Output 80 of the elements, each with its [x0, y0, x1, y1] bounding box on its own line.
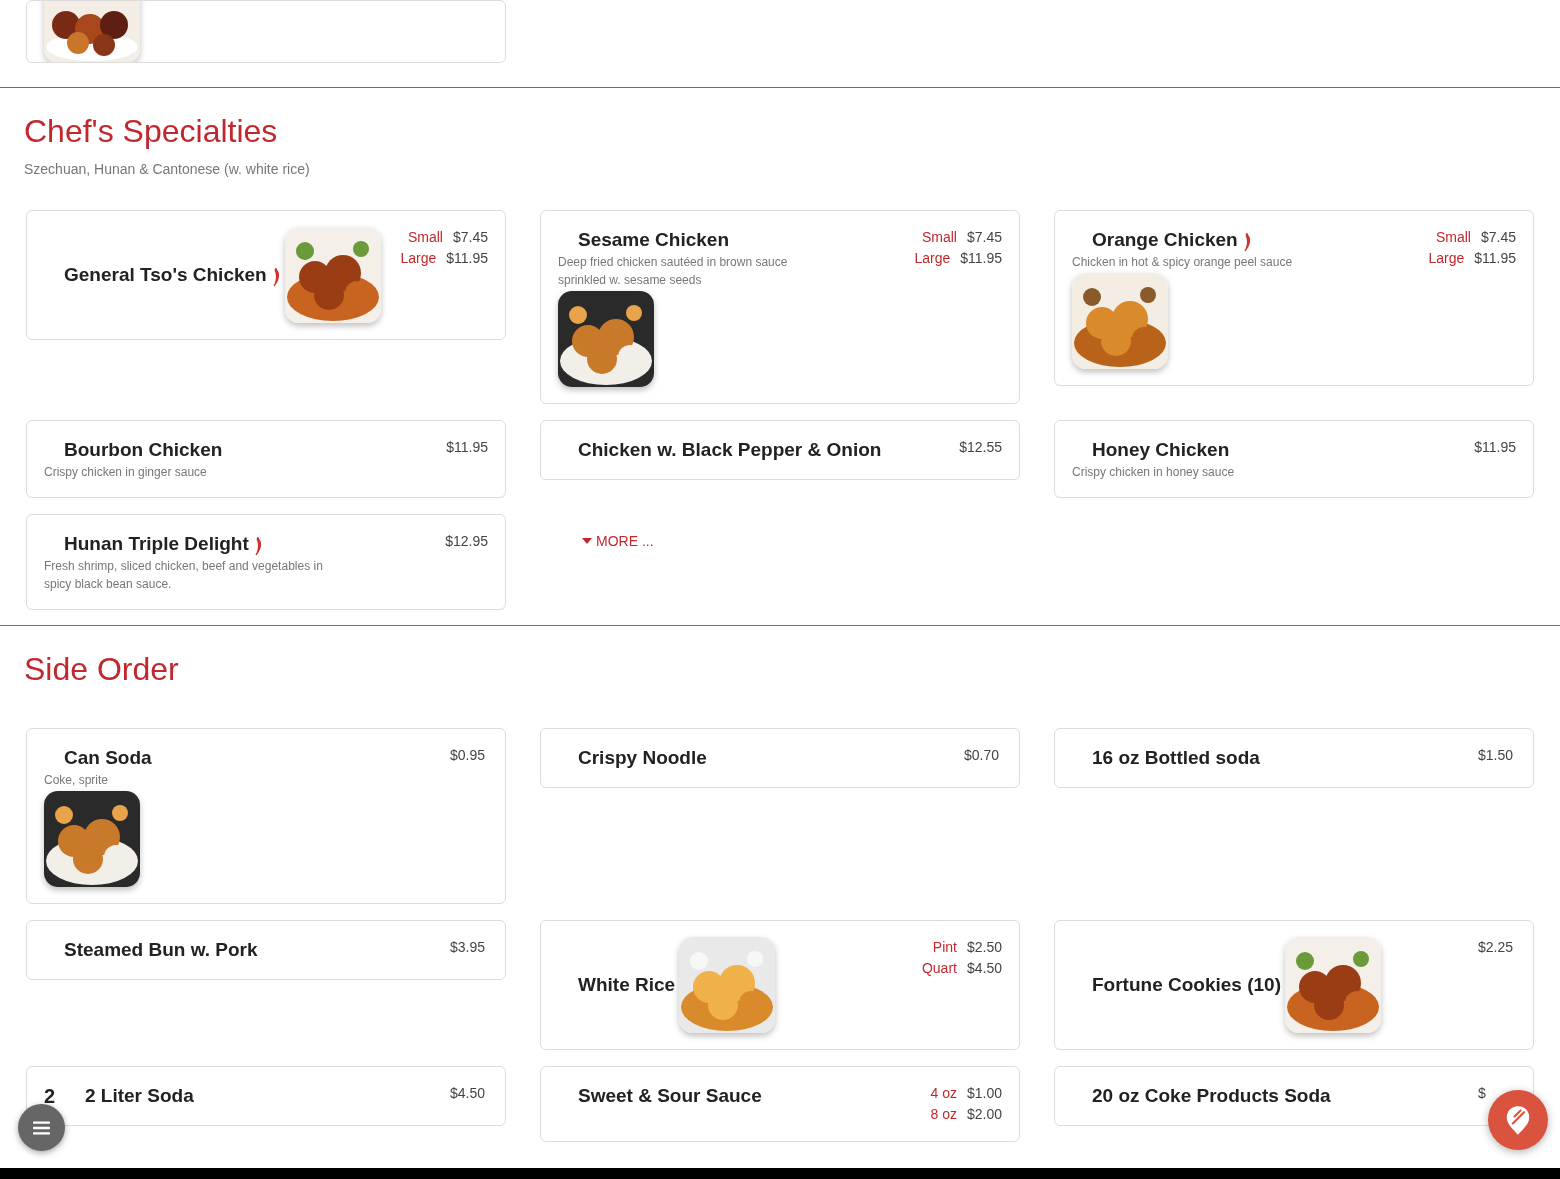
item-description: Crispy chicken in ginger sauce — [44, 464, 207, 481]
item-name: Bourbon Chicken — [64, 438, 223, 462]
size-label: Small — [921, 228, 957, 247]
menu-item-card[interactable]: Chicken w. Black Pepper & Onion $12.55 — [540, 420, 1020, 480]
item-price: $0.70 — [964, 746, 1000, 765]
item-name: 20 oz Coke Products Soda — [1092, 1084, 1331, 1108]
menu-button[interactable] — [18, 1104, 65, 1151]
floating-action-button[interactable] — [1488, 1090, 1548, 1150]
item-description: Fresh shrimp, sliced chicken, beef and vegetables in spicy black bean sauce. — [44, 558, 324, 593]
section-title: Chef's Specialties — [24, 112, 279, 151]
item-name: Sesame Chicken — [578, 228, 730, 252]
item-price: $7.45 — [452, 228, 488, 247]
item-name: General Tso's Chicken — [64, 263, 267, 287]
menu-item-card[interactable]: Can Soda Coke, sprite $0.95 — [26, 728, 506, 904]
menu-item-card[interactable]: Fortune Cookies (10) $2.25 — [1054, 920, 1534, 1050]
item-name: 16 oz Bottled soda — [1092, 746, 1260, 770]
menu-item-card[interactable] — [26, 0, 506, 63]
item-name: Crispy Noodle — [578, 746, 707, 770]
size-label: Quart — [921, 959, 957, 978]
item-price: $4.50 — [966, 959, 1002, 978]
item-price: $4.50 — [450, 1084, 486, 1103]
size-label: Pint — [932, 938, 957, 957]
menu-item-card[interactable]: 20 oz Coke Products Soda $ — [1054, 1066, 1534, 1126]
item-price: $11.95 — [1474, 249, 1516, 268]
menu-item-card[interactable]: Steamed Bun w. Pork $3.95 — [26, 920, 506, 980]
fork-pin-icon — [1505, 1104, 1531, 1136]
item-price: $1.50 — [1478, 746, 1514, 765]
item-price: $11.95 — [446, 438, 488, 457]
item-name: Honey Chicken — [1092, 438, 1230, 462]
item-description: Crispy chicken in honey sauce — [1072, 464, 1235, 481]
item-price: $1.00 — [966, 1084, 1002, 1103]
item-price: $2.25 — [1478, 938, 1514, 957]
section-title: Side Order — [24, 650, 180, 689]
more-link[interactable]: MORE ... — [582, 533, 654, 549]
item-price: $7.45 — [1480, 228, 1516, 247]
menu-item-card[interactable]: Hunan Triple Delight Fresh shrimp, sliced chicken, beef and vegetables in spicy black bean sauce. $12.95 — [26, 514, 506, 610]
item-name: 2 Liter Soda — [85, 1084, 194, 1108]
item-price: $11.95 — [960, 249, 1002, 268]
menu-item-card[interactable]: Bourbon Chicken Crispy chicken in ginger sauce $11.95 — [26, 420, 506, 498]
item-description: Chicken in hot & spicy orange peel sauce — [1072, 254, 1293, 271]
size-label: Small — [407, 228, 443, 247]
item-name: Fortune Cookies (10) — [1092, 973, 1281, 997]
size-label: 4 oz — [930, 1084, 957, 1103]
menu-item-card[interactable]: General Tso's Chicken Small $7.45 Large $11.95 — [26, 210, 506, 340]
item-price: $12.95 — [445, 532, 488, 551]
item-name: Steamed Bun w. Pork — [64, 938, 258, 962]
size-label: Large — [400, 249, 437, 268]
item-price: $2.50 — [966, 938, 1002, 957]
item-price: $0.95 — [450, 746, 486, 765]
item-name: Can Soda — [64, 746, 152, 770]
item-price: $ — [1478, 1084, 1486, 1103]
item-price: $2.00 — [966, 1105, 1002, 1124]
size-label: 8 oz — [930, 1105, 957, 1124]
menu-item-card[interactable]: Orange Chicken Chicken in hot & spicy orange peel sauce Small $7.45 Large $11.95 — [1054, 210, 1534, 386]
item-description: Coke, sprite — [44, 772, 109, 789]
item-price: $7.45 — [966, 228, 1002, 247]
item-price: $12.55 — [959, 438, 1002, 457]
item-price: $3.95 — [450, 938, 486, 957]
item-number: 2 — [44, 1084, 57, 1109]
size-label: Large — [914, 249, 951, 268]
menu-item-card[interactable]: 16 oz Bottled soda $1.50 — [1054, 728, 1534, 788]
item-name: Orange Chicken — [1092, 228, 1238, 252]
item-price: $11.95 — [446, 249, 488, 268]
item-name: Chicken w. Black Pepper & Onion — [578, 438, 882, 462]
item-description: Deep fried chicken sautéed in brown sauce sprinkled w. sesame seeds — [558, 254, 789, 289]
menu-icon — [33, 1120, 50, 1135]
menu-item-card[interactable]: Sweet & Sour Sauce 4 oz $1.00 8 oz $2.00 — [540, 1066, 1020, 1142]
item-price: $11.95 — [1474, 438, 1516, 457]
size-label: Small — [1435, 228, 1471, 247]
item-name: Sweet & Sour Sauce — [578, 1084, 762, 1108]
menu-item-card[interactable]: 2 2 Liter Soda $4.50 — [26, 1066, 506, 1126]
menu-item-card[interactable]: Honey Chicken Crispy chicken in honey sauce $11.95 — [1054, 420, 1534, 498]
item-name: White Rice — [578, 973, 676, 997]
section-subtitle: Szechuan, Hunan & Cantonese (w. white rice) — [24, 160, 311, 179]
menu-item-card[interactable]: Crispy Noodle $0.70 — [540, 728, 1020, 788]
caret-icon — [582, 538, 592, 544]
menu-item-card[interactable]: White Rice Pint $2.50 Quart $4.50 — [540, 920, 1020, 1050]
item-name: Hunan Triple Delight — [64, 532, 249, 556]
size-label: Large — [1428, 249, 1465, 268]
menu-item-card[interactable]: Sesame Chicken Deep fried chicken sautéed in brown sauce sprinkled w. sesame seeds Small $7.45 Large $11.95 — [540, 210, 1020, 404]
